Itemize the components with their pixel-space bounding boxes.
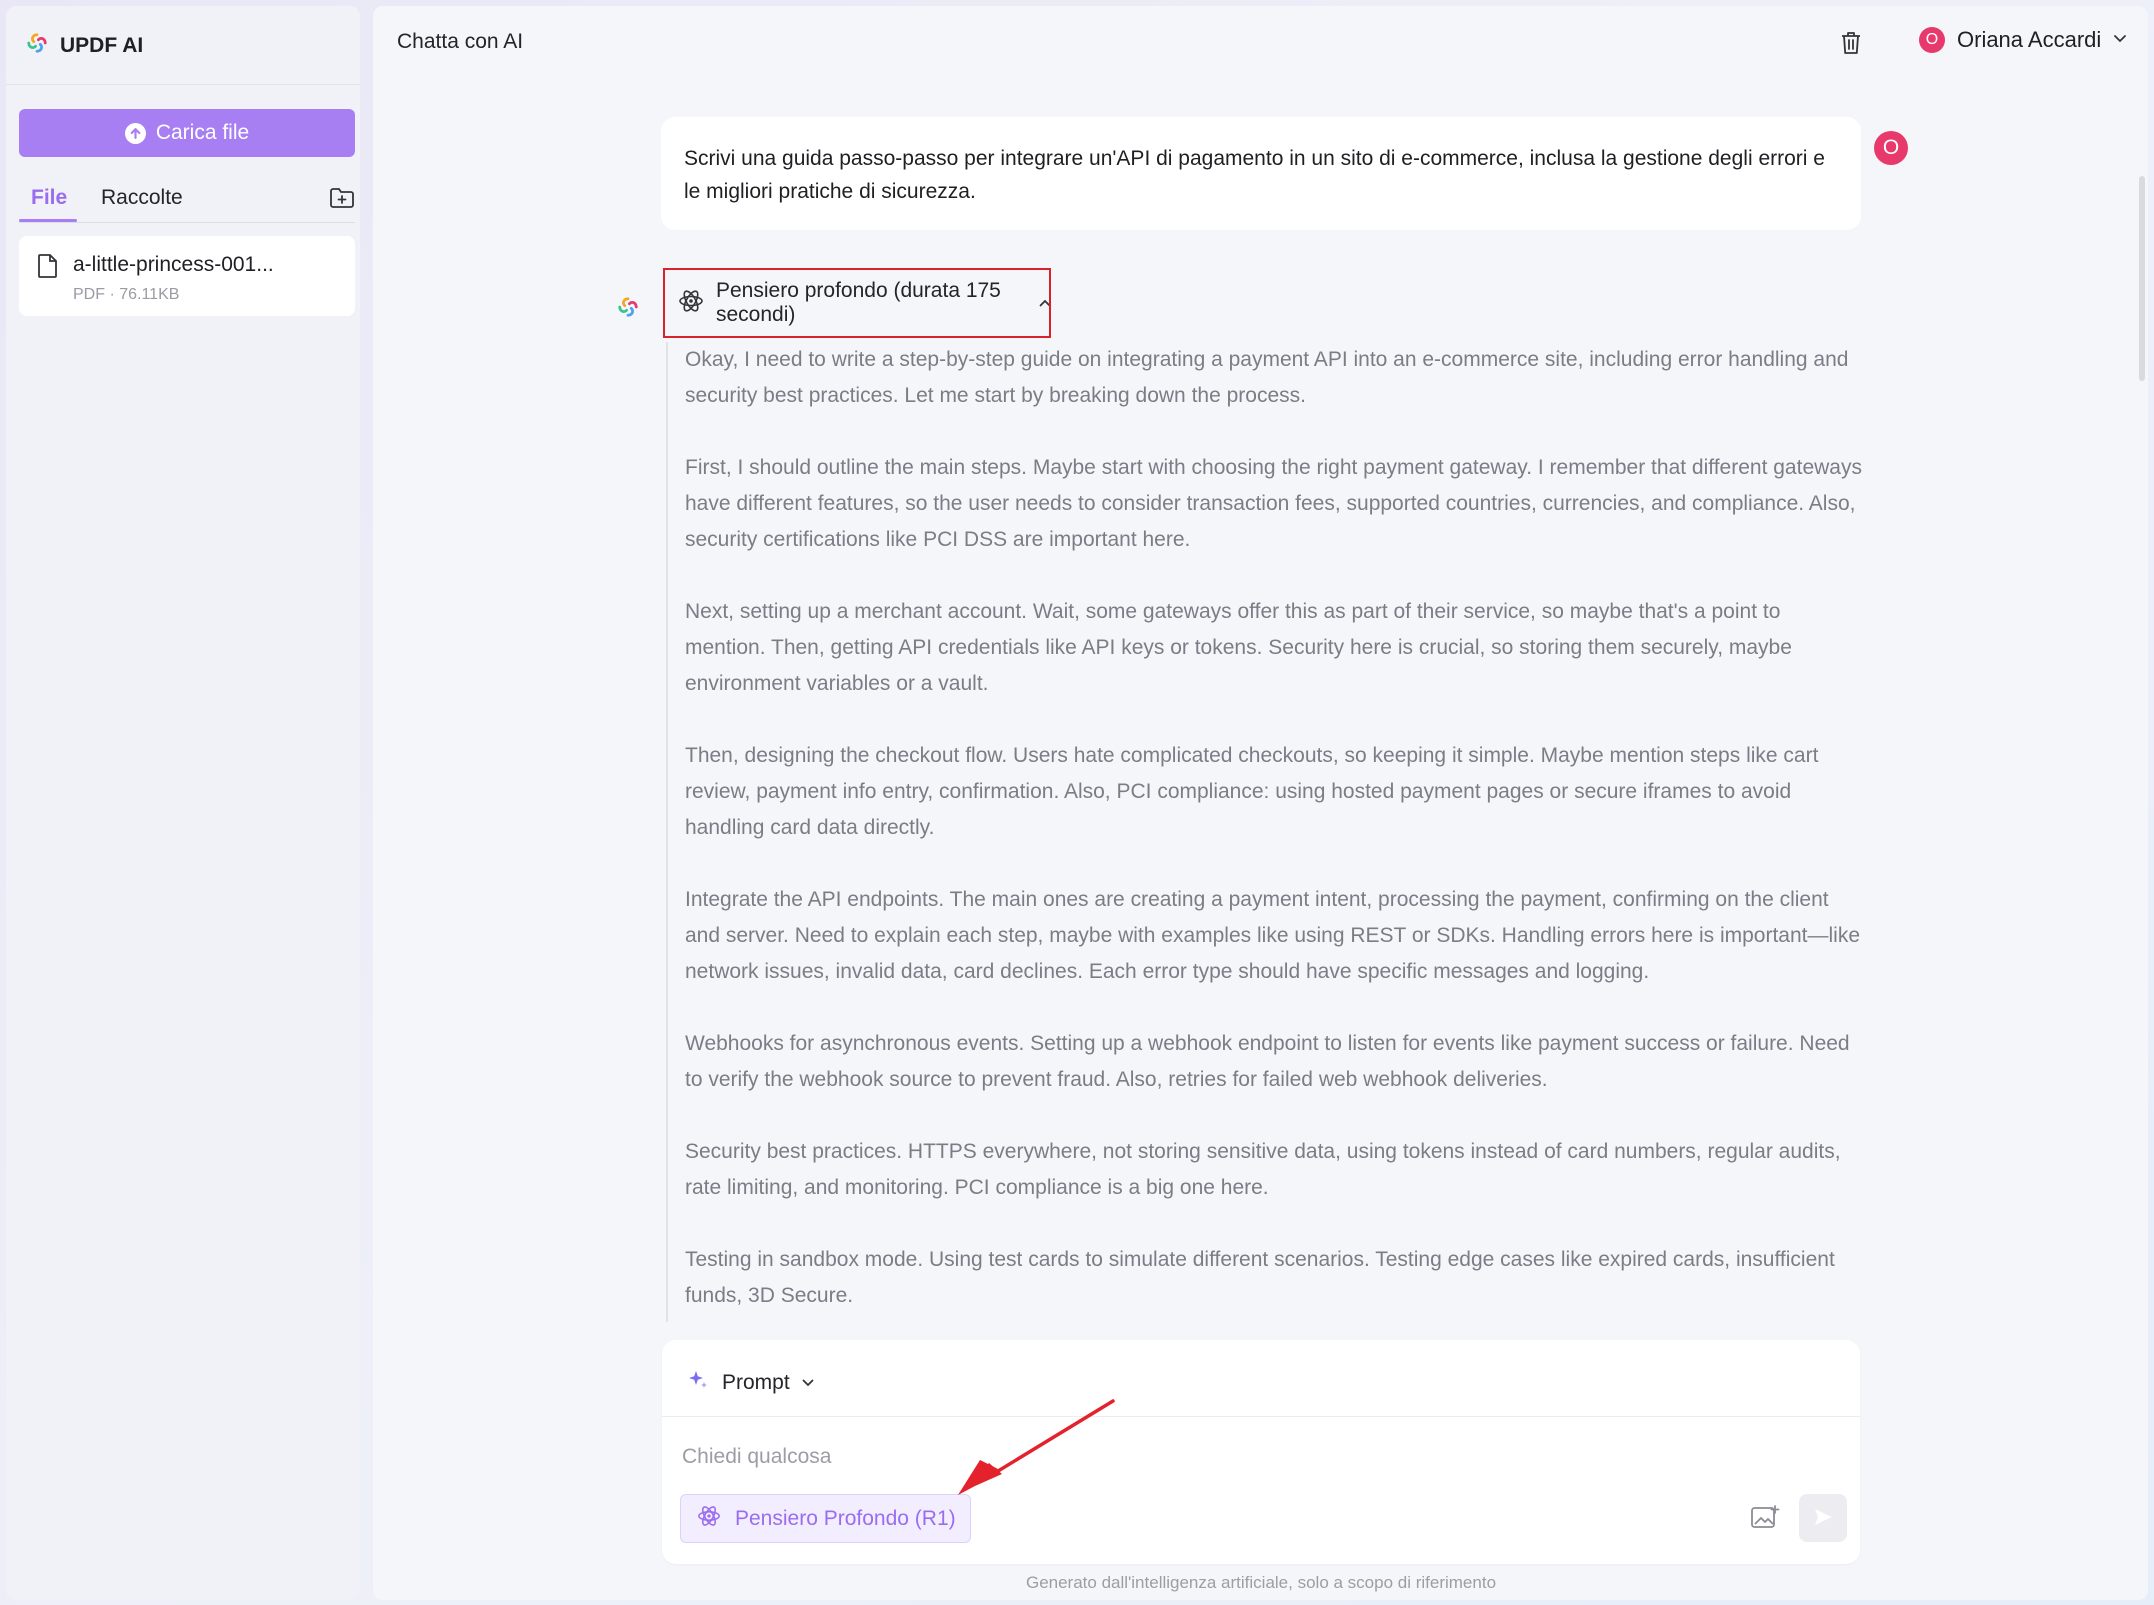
upload-file-button[interactable]: Carica file (19, 109, 355, 157)
user-menu[interactable]: O Oriana Accardi (1919, 27, 2127, 53)
thinking-label: Pensiero profondo (durata 175 secondi) (716, 279, 1001, 326)
thinking-paragraph: Integrate the API endpoints. The main on… (685, 888, 1860, 983)
avatar: O (1919, 27, 1945, 53)
footer-note: Generato dall'intelligenza artificiale, … (1025, 1573, 1497, 1592)
deep-thinking-label: Pensiero Profondo (R1) (735, 1506, 956, 1530)
sparkle-icon (686, 1368, 710, 1397)
chevron-down-icon (802, 1374, 814, 1392)
atom-icon (697, 1504, 721, 1533)
divider (19, 222, 355, 223)
ai-logo-icon (617, 296, 639, 323)
file-meta: PDF · 76.11KB (73, 286, 180, 303)
upload-file-label: Carica file (155, 121, 250, 144)
thinking-paragraph: Testing in sandbox mode. Using test card… (685, 1248, 1835, 1307)
deep-thinking-button[interactable]: Pensiero Profondo (R1) (680, 1494, 971, 1543)
divider (6, 84, 360, 85)
thinking-paragraph: Okay, I need to write a step-by-step gui… (685, 348, 1849, 407)
page-title: Chatta con AI (397, 30, 524, 53)
file-item[interactable]: a-little-princess-001... PDF · 76.11KB (19, 236, 355, 316)
brand: UPDF AI (26, 32, 143, 59)
trash-icon[interactable] (1839, 30, 1863, 61)
thinking-paragraph: Next, setting up a merchant account. Wai… (685, 600, 1792, 695)
user-message-text: Scrivi una guida passo-passo per integra… (684, 147, 1825, 203)
updf-logo-icon (26, 32, 48, 59)
sidebar: UPDF AI Carica file File Raccolte a-litt… (6, 6, 360, 1600)
thinking-toggle[interactable]: Pensiero profondo (durata 175 secondi) (664, 268, 1051, 338)
thinking-paragraph: First, I should outline the main steps. … (685, 456, 1862, 551)
composer: Prompt Pensiero Profondo (R1) (662, 1340, 1860, 1564)
divider (662, 1416, 1860, 1417)
avatar: O (1874, 131, 1908, 165)
user-message: Scrivi una guida passo-passo per integra… (661, 117, 1861, 230)
send-icon (1812, 1506, 1834, 1531)
chat-panel: Chatta con AI O Oriana Accardi Scrivi un… (373, 6, 2148, 1600)
atom-icon (678, 288, 704, 319)
chevron-up-icon (1039, 294, 1051, 312)
document-icon (37, 253, 59, 284)
thinking-paragraph: Webhooks for asynchronous events. Settin… (685, 1032, 1850, 1091)
brand-title: UPDF AI (60, 33, 144, 57)
tab-file[interactable]: File (31, 186, 67, 210)
user-name: Oriana Accardi (1957, 27, 2102, 52)
thinking-paragraph: Security best practices. HTTPS everywher… (685, 1140, 1841, 1199)
sidebar-tabs: File Raccolte (19, 178, 355, 222)
new-folder-icon[interactable] (329, 186, 355, 215)
ask-input[interactable] (680, 1436, 1684, 1478)
upload-arrow-icon (124, 122, 146, 144)
file-name: a-little-princess-001... (73, 253, 274, 276)
tab-raccolte[interactable]: Raccolte (101, 186, 183, 210)
image-upload-icon[interactable] (1750, 1504, 1780, 1535)
thinking-paragraph: Then, designing the checkout flow. Users… (685, 744, 1819, 839)
send-button[interactable] (1799, 1494, 1847, 1542)
prompt-dropdown[interactable]: Prompt (686, 1368, 814, 1397)
chevron-down-icon (2113, 31, 2127, 49)
thinking-content: Okay, I need to write a step-by-step gui… (666, 342, 1864, 1322)
scrollbar[interactable] (2139, 176, 2145, 381)
prompt-label: Prompt (722, 1370, 790, 1394)
